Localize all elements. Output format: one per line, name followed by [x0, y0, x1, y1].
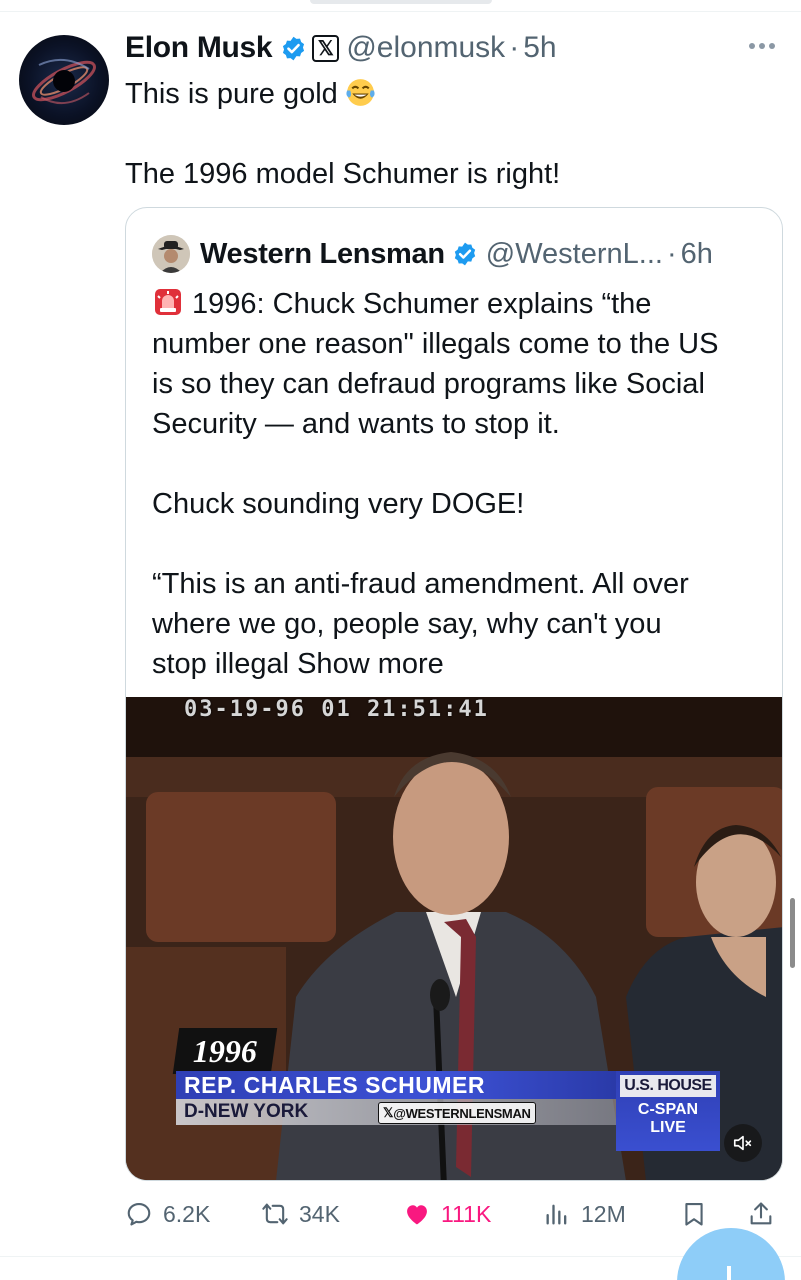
quoted-text-line: where we go, people say, why can't you	[152, 608, 662, 640]
author-handle[interactable]: @elonmusk	[346, 31, 505, 65]
bookmark-icon	[685, 1203, 703, 1226]
watermark: 𝕏 @WESTERNLENSMAN	[378, 1102, 536, 1124]
speaker-name-caption: REP. CHARLES SCHUMER	[176, 1071, 616, 1099]
author-name[interactable]: Elon Musk	[125, 31, 273, 65]
like-button[interactable]: 111K	[403, 1196, 491, 1232]
network-top-text: U.S. HOUSE	[624, 1077, 712, 1094]
quoted-text-line: 1996: Chuck Schumer explains “the	[192, 288, 652, 320]
year-caption: 1996	[172, 1028, 278, 1074]
bottom-divider	[0, 1256, 801, 1257]
repost-icon	[262, 1203, 288, 1225]
compose-post-button[interactable]	[677, 1228, 785, 1280]
network-line-2: LIVE	[650, 1119, 686, 1136]
quoted-text-line: is so they can defraud programs like Soc…	[152, 368, 705, 400]
quoted-text-line: Chuck sounding very DOGE!	[152, 488, 525, 520]
post-timestamp[interactable]: 5h	[523, 31, 556, 65]
mute-toggle-button[interactable]	[724, 1124, 762, 1162]
action-bar: 6.2K 34K 111K 12M	[125, 1196, 785, 1232]
quoted-author-handle[interactable]: @WesternL...	[486, 238, 663, 271]
network-line-1: C-SPAN	[637, 1101, 699, 1118]
speaker-muted-icon	[733, 1135, 752, 1151]
sheet-grab-handle[interactable]	[310, 0, 492, 4]
network-bottom-label: C-SPAN LIVE	[616, 1101, 720, 1137]
video-timestamp-overlay: 03-19-96 01 21:51:41	[184, 697, 489, 722]
speaker-district-text: D-NEW YORK	[184, 1101, 309, 1122]
share-button[interactable]	[747, 1196, 775, 1232]
scrollbar-thumb[interactable]	[790, 898, 795, 968]
quoted-text-line: “This is an anti-fraud amendment. All ov…	[152, 568, 689, 600]
watermark-text: @WESTERNLENSMAN	[393, 1105, 531, 1121]
reply-count: 6.2K	[163, 1200, 211, 1227]
black-hole-icon	[32, 58, 96, 104]
quoted-header-separator: ·	[666, 237, 677, 270]
views-button[interactable]: 12M	[543, 1196, 626, 1232]
heart-filled-icon	[407, 1205, 427, 1225]
author-avatar[interactable]	[19, 35, 109, 125]
quoted-post-body: 1996: Chuck Schumer explains “the number…	[152, 284, 764, 684]
post-header: Elon Musk 𝕏 @elonmusk · 5h	[125, 28, 557, 68]
post-body: This is pure gold The 1996 model Schumer…	[125, 74, 765, 194]
cowboy-portrait-icon	[152, 235, 190, 273]
top-divider	[0, 11, 801, 12]
quoted-author-name[interactable]: Western Lensman	[200, 238, 445, 271]
compose-plus-icon	[727, 1266, 731, 1280]
quoted-text-line: stop illegal	[152, 648, 290, 680]
views-count: 12M	[581, 1200, 626, 1227]
year-caption-text: 1996	[193, 1032, 257, 1069]
x-logo-icon: 𝕏	[383, 1105, 394, 1120]
like-count: 111K	[441, 1200, 492, 1227]
quoted-post-timestamp[interactable]: 6h	[681, 238, 713, 271]
network-top-label: U.S. HOUSE	[620, 1075, 716, 1097]
post-text-line: This is pure gold	[125, 78, 338, 110]
quoted-author-avatar[interactable]	[152, 235, 190, 273]
verified-badge-icon	[283, 36, 305, 60]
quoted-post-header: Western Lensman @WesternL... · 6h	[152, 234, 713, 274]
video-player[interactable]: 03-19-96 01 21:51:41 1996 REP. CHARLES S…	[126, 697, 782, 1180]
verified-badge-icon	[454, 242, 475, 266]
speaker-name-text: REP. CHARLES SCHUMER	[184, 1071, 485, 1098]
x-affiliation-icon: 𝕏	[312, 34, 340, 62]
repost-count: 34K	[299, 1200, 340, 1227]
quoted-post-card[interactable]: Western Lensman @WesternL... · 6h 1996: …	[125, 207, 783, 1181]
show-more-link[interactable]: Show more	[297, 648, 444, 680]
header-separator: ·	[509, 31, 520, 64]
reply-button[interactable]: 6.2K	[125, 1196, 210, 1232]
post-text-line: The 1996 model Schumer is right!	[125, 158, 561, 190]
share-icon	[750, 1202, 772, 1225]
rotating-light-emoji-icon	[155, 289, 181, 315]
views-chart-icon	[546, 1204, 567, 1225]
tears-of-joy-emoji-icon	[346, 79, 375, 106]
quoted-text-line: number one reason" illegals come to the …	[152, 328, 719, 360]
bookmark-button[interactable]	[680, 1196, 708, 1232]
quoted-text-line: Security — and wants to stop it.	[152, 408, 560, 440]
more-options-icon[interactable]	[749, 38, 779, 54]
repost-button[interactable]: 34K	[261, 1196, 340, 1232]
network-bug: U.S. HOUSE C-SPAN LIVE	[616, 1071, 720, 1151]
reply-icon	[127, 1203, 151, 1226]
